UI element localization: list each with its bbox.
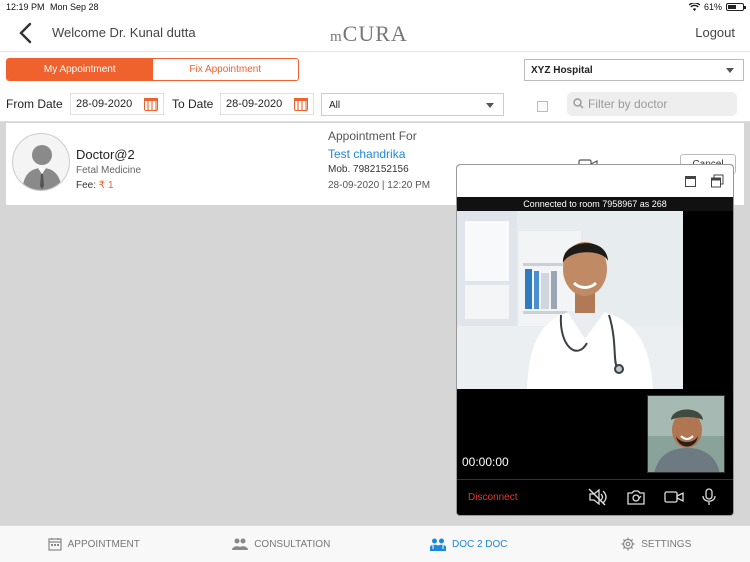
patient-name-link[interactable]: Test chandrika: [328, 147, 405, 161]
video-window-titlebar: [457, 165, 733, 197]
nav-item-consultation[interactable]: CONSULTATION: [188, 526, 376, 562]
appointment-for-label: Appointment For: [328, 129, 417, 143]
doctor-speciality: Fetal Medicine: [76, 165, 142, 176]
video-call-window: Connected to room 7958967 as 268 00:00:0…: [456, 164, 734, 516]
search-icon: [573, 98, 584, 109]
tab-my-appointment[interactable]: My Appointment: [7, 59, 153, 80]
from-date-value: 28-09-2020: [76, 98, 133, 110]
doctor-fee: Fee: ₹ 1: [76, 180, 114, 191]
search-placeholder: Filter by doctor: [588, 97, 668, 111]
chevron-down-icon: [486, 103, 494, 108]
microphone-icon[interactable]: [699, 488, 719, 506]
local-video-preview[interactable]: [647, 395, 725, 473]
maximize-icon[interactable]: [685, 176, 696, 187]
to-date-value: 28-09-2020: [226, 98, 283, 110]
to-date-label: To Date: [172, 97, 214, 111]
chevron-down-icon: [726, 68, 734, 73]
doctor-search-input[interactable]: Filter by doctor: [567, 92, 737, 116]
status-date: Mon Sep 28: [50, 2, 99, 12]
nav-item-settings[interactable]: SETTINGS: [563, 526, 750, 562]
bottom-nav: APPOINTMENT CONSULTATION DOC 2 DOC SETTI…: [0, 525, 750, 562]
nav-item-appointment[interactable]: APPOINTMENT: [0, 526, 188, 562]
hospital-select-value: XYZ Hospital: [531, 65, 593, 76]
appointment-datetime: 28-09-2020 | 12:20 PM: [328, 180, 431, 191]
from-date-field[interactable]: 28-09-2020: [70, 93, 164, 115]
filter-checkbox[interactable]: [537, 101, 548, 112]
nav-label: APPOINTMENT: [67, 538, 140, 550]
doctor-name: Doctor@2: [76, 147, 135, 162]
battery-icon: [726, 3, 746, 11]
speaker-mute-icon[interactable]: [587, 488, 607, 506]
battery-percent: 61%: [703, 2, 722, 12]
patient-mobile: Mob. 7982152156: [328, 164, 409, 175]
to-date-field[interactable]: 28-09-2020: [220, 93, 314, 115]
mcura-logo: mCURA: [330, 21, 408, 46]
disconnect-button[interactable]: Disconnect: [468, 492, 517, 503]
connection-status: Connected to room 7958967 as 268: [457, 197, 733, 211]
status-bar: 12:19 PM Mon Sep 28 61%: [0, 0, 750, 14]
people-icon: [232, 538, 249, 550]
gear-icon: [621, 537, 635, 551]
status-filter-select[interactable]: All: [321, 93, 504, 116]
nav-label: SETTINGS: [641, 538, 692, 550]
call-controls: Disconnect: [457, 479, 733, 515]
app-header: Welcome Dr. Kunal dutta mCURA Logout: [0, 14, 750, 52]
hospital-select[interactable]: XYZ Hospital: [524, 59, 744, 81]
wifi-icon: [688, 3, 700, 11]
welcome-text: Welcome Dr. Kunal dutta: [52, 25, 196, 40]
camera-toggle-icon[interactable]: [664, 488, 684, 506]
switch-camera-icon[interactable]: [626, 488, 646, 506]
nav-label: DOC 2 DOC: [451, 538, 508, 550]
call-timer: 00:00:00: [462, 455, 509, 469]
from-date-label: From Date: [6, 97, 63, 111]
restore-window-icon[interactable]: [711, 174, 724, 188]
appointment-segment: My Appointment Fix Appointment: [6, 58, 299, 81]
nav-item-doc2doc[interactable]: DOC 2 DOC: [375, 526, 563, 562]
remote-video-feed: [457, 211, 683, 389]
doctor-avatar: [12, 133, 70, 191]
tab-fix-appointment[interactable]: Fix Appointment: [152, 59, 298, 80]
logout-button[interactable]: Logout: [695, 25, 735, 40]
status-right: 61%: [688, 2, 746, 12]
status-filter-value: All: [329, 100, 341, 111]
back-arrow-icon[interactable]: [16, 22, 36, 44]
nav-label: CONSULTATION: [254, 538, 331, 550]
calendar-icon[interactable]: [294, 98, 308, 111]
calendar-icon: [48, 538, 62, 551]
status-time: 12:19 PM: [6, 2, 45, 12]
calendar-icon[interactable]: [144, 98, 158, 111]
doctors-icon: [429, 538, 446, 551]
